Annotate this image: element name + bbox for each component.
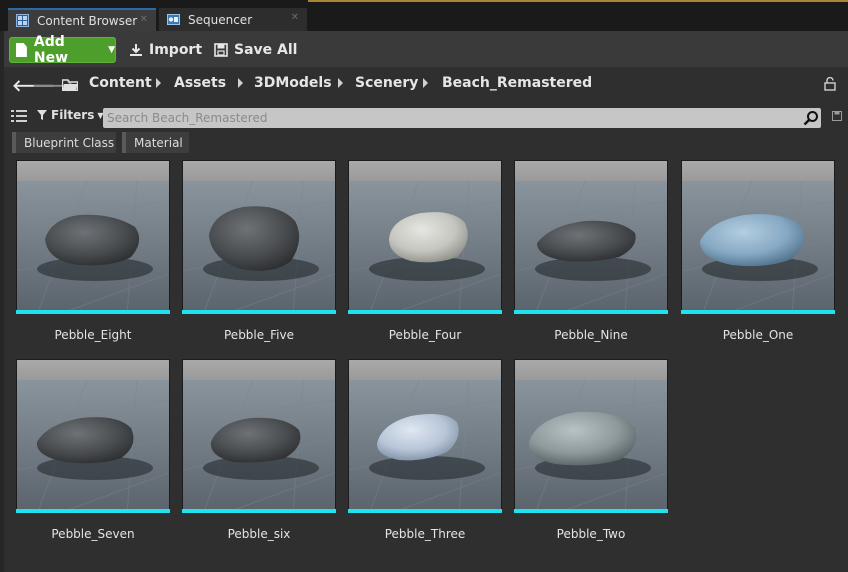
content-browser-icon [16,14,29,27]
asset-thumbnail [182,160,336,314]
save-icon [214,43,228,57]
breadcrumb-content[interactable]: Content [89,75,152,91]
search-input[interactable] [107,108,797,128]
asset-name: Pebble_six [227,527,291,541]
add-new-label: Add New [33,34,69,66]
view-options-icon[interactable] [11,109,27,123]
breadcrumb-separator-icon[interactable] [338,78,343,88]
tab-label: Sequencer [188,12,253,27]
asset-name: Pebble_One [722,328,794,342]
breadcrumb-separator-icon[interactable] [238,78,243,88]
unlock-icon[interactable] [824,77,836,91]
save-all-label: Save All [234,42,298,58]
asset-thumbnail [182,359,336,513]
filter-chip-blueprint-class[interactable]: Blueprint Class [12,132,116,153]
toolbar: Add New ▼ Import Save All [4,31,848,67]
breadcrumb-assets[interactable]: Assets [174,75,226,91]
asset-name: Pebble_Five [224,328,294,342]
asset-tile[interactable]: Pebble_Nine [514,160,668,355]
asset-tile[interactable]: Pebble_Three [348,359,502,554]
close-icon[interactable]: ✕ [291,12,299,23]
asset-thumbnail [514,160,668,314]
asset-tile[interactable]: Pebble_Seven [16,359,170,554]
tab-content-browser[interactable]: Content Browser ✕ [8,8,156,31]
content-browser-panel: Add New ▼ Import Save All 🡐 🡒 Content As… [4,31,848,572]
breadcrumb-separator-icon[interactable] [156,78,161,88]
filters-label: Filters [51,108,95,122]
asset-thumbnail [681,160,835,314]
asset-thumbnail [514,359,668,513]
asset-tile[interactable]: Pebble_Five [182,160,336,355]
breadcrumb-3dmodels[interactable]: 3DModels [254,75,332,91]
tab-label: Content Browser [37,13,138,28]
filter-chip-label: Blueprint Class [24,135,115,150]
add-new-button[interactable]: Add New ▼ [9,34,116,66]
asset-type-bar [681,310,835,314]
funnel-icon [37,110,47,120]
import-label: Import [149,42,203,58]
path-bar: 🡐 🡒 Content Assets 3DModels Scenery Beac… [4,67,848,101]
asset-thumbnail [16,160,170,314]
asset-thumbnail [348,359,502,513]
asset-type-bar [514,509,668,513]
asset-type-bar [348,310,502,314]
asset-name: Pebble_Nine [554,328,628,342]
asset-name: Pebble_Two [556,527,626,541]
asset-type-bar [182,310,336,314]
asset-tile[interactable]: Pebble_One [681,160,835,355]
filters-button[interactable]: Filters ▼ [37,108,104,122]
save-search-icon[interactable] [832,111,842,121]
import-button[interactable]: Import [129,40,202,60]
download-icon [130,44,142,56]
asset-thumbnail [16,359,170,513]
asset-tile[interactable]: Pebble_Two [514,359,668,554]
breadcrumb-scenery[interactable]: Scenery [355,75,418,91]
tab-strip-highlight [308,0,848,2]
tab-strip: Content Browser ✕ Sequencer ✕ [0,0,848,31]
search-row: Filters ▼ [4,105,848,129]
asset-tile[interactable]: Pebble_Eight [16,160,170,355]
new-document-icon [16,43,27,57]
asset-tile[interactable]: Pebble_Four [348,160,502,355]
asset-type-bar [348,509,502,513]
asset-name: Pebble_Three [384,527,466,541]
asset-type-bar [182,509,336,513]
sequencer-icon [167,13,180,26]
folder-icon [62,79,78,91]
search-icon[interactable] [803,110,819,126]
asset-type-bar [514,310,668,314]
asset-tile[interactable]: Pebble_six [182,359,336,554]
breadcrumb-separator-icon[interactable] [423,78,428,88]
close-icon[interactable]: ✕ [140,14,148,25]
filter-chip-material[interactable]: Material [122,132,189,153]
breadcrumb-beach-remastered[interactable]: Beach_Remastered [442,75,592,91]
asset-name: Pebble_Seven [51,527,135,541]
asset-type-bar [16,310,170,314]
asset-type-bar [16,509,170,513]
tab-sequencer[interactable]: Sequencer ✕ [159,8,307,31]
save-all-button[interactable]: Save All [214,40,297,60]
filter-chip-label: Material [134,135,183,150]
search-box [103,108,821,128]
asset-name: Pebble_Four [388,328,462,342]
asset-thumbnail [348,160,502,314]
asset-name: Pebble_Eight [54,328,132,342]
chevron-down-icon: ▼ [108,45,115,55]
